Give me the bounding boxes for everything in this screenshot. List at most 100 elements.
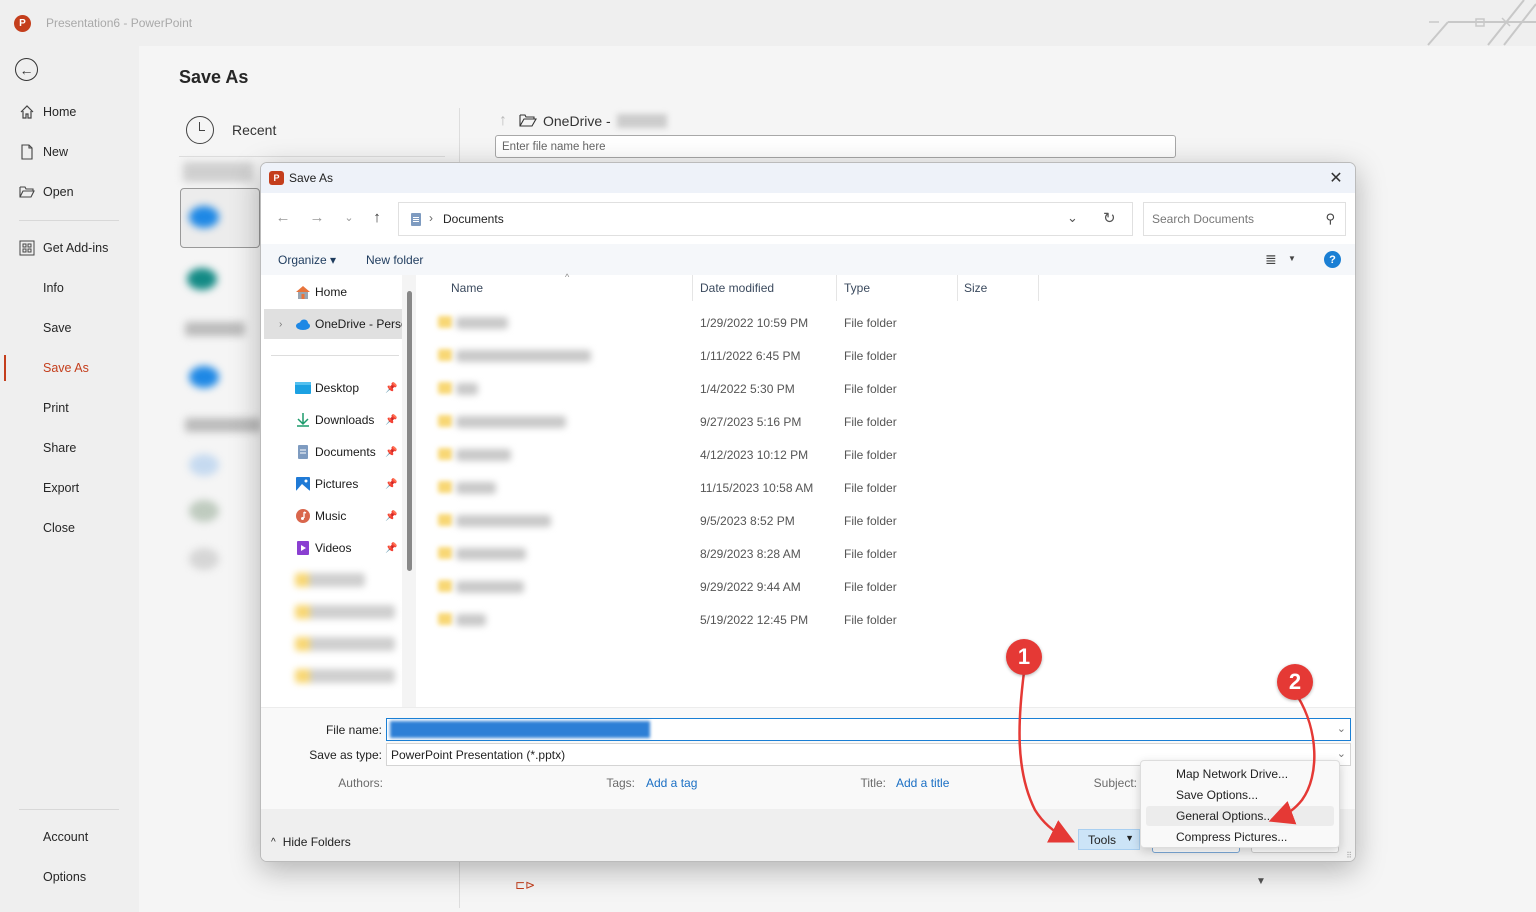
- recent-locations[interactable]: Recent: [186, 116, 276, 144]
- close-button[interactable]: ✕: [1323, 166, 1349, 190]
- recent-locations-button[interactable]: ⌄: [339, 207, 359, 227]
- add-tag-link[interactable]: Add a tag: [646, 776, 697, 790]
- view-options-icon[interactable]: ≣: [1265, 251, 1277, 268]
- new-folder-button[interactable]: New folder: [366, 253, 423, 267]
- column-divider[interactable]: [692, 275, 693, 301]
- powerpoint-logo-icon: P: [269, 171, 284, 185]
- column-header-type[interactable]: Type: [844, 275, 954, 301]
- divider: [179, 156, 445, 157]
- forward-button[interactable]: →: [307, 207, 327, 227]
- blurred-label: [185, 418, 261, 432]
- file-row[interactable]: 1/29/2022 10:59 PM File folder: [416, 306, 1355, 339]
- blurred-folder-item[interactable]: [295, 573, 365, 587]
- back-button[interactable]: ←: [273, 207, 293, 227]
- nav-item-home[interactable]: Home: [0, 94, 139, 130]
- menu-item-compress-pictures[interactable]: Compress Pictures...: [1146, 827, 1334, 847]
- file-row[interactable]: 1/11/2022 6:45 PM File folder: [416, 339, 1355, 372]
- address-dropdown-icon[interactable]: ⌄: [1067, 210, 1078, 226]
- menu-item-general-options[interactable]: General Options...: [1146, 806, 1334, 826]
- add-place-icon: [189, 500, 219, 522]
- chevron-down-icon[interactable]: ⌄: [1337, 722, 1346, 735]
- file-row[interactable]: 9/29/2022 9:44 AM File folder: [416, 570, 1355, 603]
- column-divider[interactable]: [1038, 275, 1039, 301]
- column-header-size[interactable]: Size: [964, 275, 1034, 301]
- up-arrow-icon[interactable]: ↑: [499, 112, 507, 130]
- pin-icon[interactable]: 📌: [385, 543, 397, 554]
- menu-item-save-options[interactable]: Save Options...: [1146, 785, 1334, 805]
- nav-item-share[interactable]: Share: [0, 430, 139, 466]
- add-title-link[interactable]: Add a title: [896, 776, 949, 790]
- nav-item-save-as[interactable]: Save As: [0, 350, 139, 386]
- pin-icon[interactable]: 📌: [385, 383, 397, 394]
- chevron-down-icon[interactable]: ⌄: [1337, 747, 1346, 760]
- onedrive-cloud-icon: [189, 366, 219, 388]
- pin-icon[interactable]: 📌: [385, 479, 397, 490]
- this-pc-icon: [189, 454, 219, 476]
- tree-item-documents[interactable]: Documents 📌: [261, 437, 409, 467]
- tree-item-desktop[interactable]: Desktop 📌: [261, 373, 409, 403]
- file-row[interactable]: 9/5/2023 8:52 PM File folder: [416, 504, 1355, 537]
- chevron-down-icon[interactable]: ▼: [1253, 873, 1269, 889]
- tree-item-downloads[interactable]: Downloads 📌: [261, 405, 409, 435]
- column-divider[interactable]: [957, 275, 958, 301]
- back-arrow-icon: ←: [275, 208, 291, 226]
- desktop-icon: [295, 381, 311, 395]
- nav-item-save[interactable]: Save: [0, 310, 139, 346]
- column-divider[interactable]: [836, 275, 837, 301]
- refresh-icon[interactable]: ↻: [1103, 209, 1116, 227]
- file-row[interactable]: 5/19/2022 12:45 PM File folder: [416, 603, 1355, 636]
- nav-item-new[interactable]: New: [0, 134, 139, 170]
- organize-button[interactable]: Organize ▾: [278, 253, 336, 267]
- breadcrumb-documents[interactable]: Documents: [443, 212, 504, 226]
- blurred-file-name: [456, 548, 526, 560]
- pin-icon[interactable]: 📌: [385, 447, 397, 458]
- file-row[interactable]: 4/12/2023 10:12 PM File folder: [416, 438, 1355, 471]
- help-icon[interactable]: ?: [1324, 251, 1341, 268]
- address-bar[interactable]: › Documents ⌄ ↻: [398, 202, 1133, 236]
- search-input[interactable]: [1144, 203, 1314, 235]
- nav-item-export[interactable]: Export: [0, 470, 139, 506]
- nav-item-info[interactable]: Info: [0, 270, 139, 306]
- annotation-badge-2: 2: [1277, 664, 1313, 700]
- blurred-folder-item[interactable]: [295, 669, 395, 683]
- tree-item-videos[interactable]: Videos 📌: [261, 533, 409, 563]
- tree-item-pictures[interactable]: Pictures 📌: [261, 469, 409, 499]
- nav-item-open[interactable]: Open: [0, 174, 139, 210]
- nav-item-options[interactable]: Options: [0, 859, 139, 895]
- tools-button[interactable]: Tools ▼: [1078, 829, 1140, 850]
- tree-scrollbar-thumb[interactable]: [407, 291, 412, 571]
- save-as-dialog: P Save As ✕ ← → ⌄ ↑ › Documents ⌄ ↻ ⚲ Or…: [260, 162, 1356, 862]
- nav-item-get-add-ins[interactable]: Get Add-ins: [0, 230, 139, 266]
- folder-tree: Home › OneDrive - Perso Desktop 📌 Downlo…: [261, 275, 416, 707]
- file-row[interactable]: 11/15/2023 10:58 AM File folder: [416, 471, 1355, 504]
- file-row[interactable]: 1/4/2022 5:30 PM File folder: [416, 372, 1355, 405]
- menu-item-map-network-drive[interactable]: Map Network Drive...: [1146, 764, 1334, 784]
- expand-chevron-icon[interactable]: ›: [279, 319, 282, 330]
- file-row[interactable]: 8/29/2023 8:28 AM File folder: [416, 537, 1355, 570]
- tree-item-music[interactable]: Music 📌: [261, 501, 409, 531]
- nav-item-account[interactable]: Account: [0, 819, 139, 855]
- search-box[interactable]: ⚲: [1143, 202, 1346, 236]
- resize-grip-icon[interactable]: ⠿: [1346, 851, 1352, 860]
- onedrive-cloud-icon: [189, 206, 219, 228]
- tree-item-home[interactable]: Home: [261, 277, 409, 307]
- file-row[interactable]: 9/27/2023 5:16 PM File folder: [416, 405, 1355, 438]
- blurred-folder-item[interactable]: [295, 605, 395, 619]
- documents-icon: [411, 213, 421, 226]
- blurred-file-name: [456, 614, 486, 626]
- backstage-file-name-input[interactable]: [495, 135, 1176, 158]
- column-header-date-modified[interactable]: Date modified: [700, 275, 835, 301]
- up-button[interactable]: ↑: [367, 207, 387, 227]
- hide-folders-button[interactable]: ^ Hide Folders: [271, 835, 351, 849]
- nav-item-print[interactable]: Print: [0, 390, 139, 426]
- pin-icon[interactable]: 📌: [385, 415, 397, 426]
- column-header-name[interactable]: Name: [451, 275, 691, 301]
- pin-icon[interactable]: 📌: [385, 511, 397, 522]
- file-name-input[interactable]: ⌄: [386, 718, 1351, 741]
- blurred-folder-item[interactable]: [295, 637, 395, 651]
- back-button[interactable]: ←: [15, 58, 38, 81]
- tree-item-onedrive[interactable]: › OneDrive - Perso: [264, 309, 408, 339]
- view-dropdown-icon[interactable]: ▼: [1288, 254, 1296, 263]
- nav-item-close[interactable]: Close: [0, 510, 139, 546]
- videos-icon: [295, 541, 311, 555]
